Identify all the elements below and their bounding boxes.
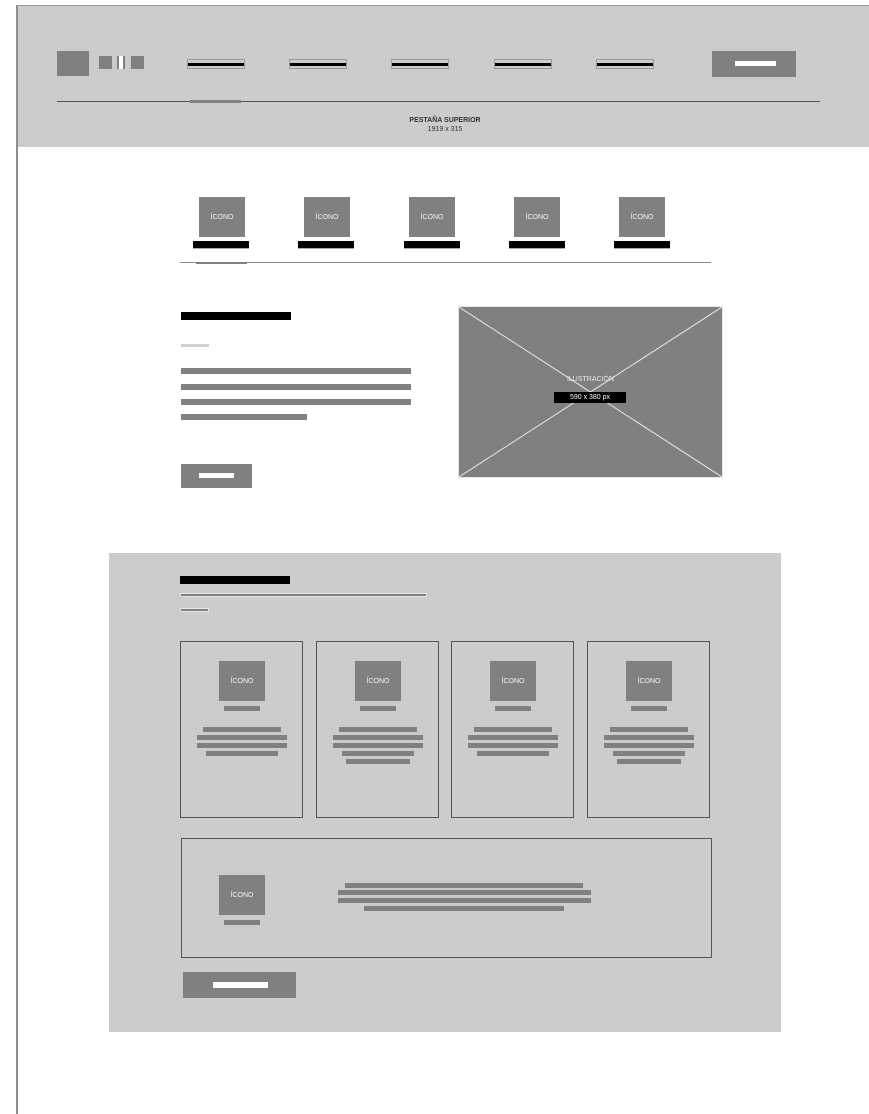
illustration-label: ILUSTRACIÓN: [566, 376, 615, 383]
nav-link-5[interactable]: [596, 59, 654, 69]
card-title-placeholder: [631, 706, 667, 711]
card-text-line: [617, 759, 681, 764]
logo-placeholder[interactable]: [57, 51, 89, 76]
card-text-line: [339, 727, 417, 732]
card-text-line: [197, 735, 287, 740]
card-text-line: [477, 751, 549, 756]
card-text-line: [474, 727, 552, 732]
wide-card-icon-placeholder: ÍCONO: [219, 875, 265, 915]
hero-subtitle-placeholder: [181, 344, 209, 347]
header-caption-title: PESTAÑA SUPERIOR: [409, 117, 481, 124]
card-text-line: [333, 743, 423, 748]
features-subtitle-placeholder: [180, 593, 427, 597]
card-icon-placeholder: ÍCONO: [626, 661, 672, 701]
wide-card-text-line: [364, 906, 564, 911]
tab-icon-placeholder: ÍCONO: [514, 197, 560, 237]
active-tab-indicator: [196, 262, 247, 264]
card-text-line: [203, 727, 281, 732]
tab-label-placeholder: [404, 241, 460, 249]
tab-icon-placeholder: ÍCONO: [304, 197, 350, 237]
card-title-placeholder: [360, 706, 396, 711]
hero-cta-label-placeholder: [199, 473, 234, 478]
feature-card-1[interactable]: ÍCONO: [180, 641, 303, 818]
feature-wide-card[interactable]: ÍCONO: [181, 838, 712, 958]
wide-card-text-line: [338, 898, 591, 903]
nav-link-1[interactable]: [187, 59, 245, 69]
icon-tab-5[interactable]: ÍCONO: [614, 197, 671, 249]
brand-mark-square-right: [131, 56, 144, 69]
features-cta-button[interactable]: [183, 972, 296, 998]
active-nav-indicator: [190, 100, 241, 103]
hero-title-placeholder: [181, 312, 291, 320]
brand-mark-square-left: [99, 56, 112, 69]
nav-link-4[interactable]: [494, 59, 552, 69]
nav-link-2[interactable]: [289, 59, 347, 69]
hero-text-line: [181, 368, 411, 374]
card-text-line: [468, 735, 558, 740]
card-text-line: [206, 751, 278, 756]
features-cta-label-placeholder: [213, 982, 268, 988]
hero-cta-button[interactable]: [181, 464, 252, 488]
card-text-line: [342, 751, 414, 756]
feature-card-2[interactable]: ÍCONO: [316, 641, 439, 818]
icon-tab-2[interactable]: ÍCONO: [298, 197, 355, 249]
wide-card-text-line: [345, 883, 583, 888]
illustration-size: 590 x 380 px: [554, 392, 626, 403]
header-divider: [57, 101, 820, 102]
tab-icon-placeholder: ÍCONO: [199, 197, 245, 237]
card-icon-placeholder: ÍCONO: [355, 661, 401, 701]
header-cta-button[interactable]: [712, 51, 796, 77]
features-tag-placeholder: [180, 608, 209, 612]
feature-card-4[interactable]: ÍCONO: [587, 641, 710, 818]
tab-label-placeholder: [298, 241, 354, 249]
hero-text-line: [181, 384, 411, 390]
card-text-line: [604, 743, 694, 748]
icon-tab-3[interactable]: ÍCONO: [404, 197, 461, 249]
card-text-line: [610, 727, 688, 732]
tab-label-placeholder: [509, 241, 565, 249]
tab-icon-placeholder: ÍCONO: [409, 197, 455, 237]
hero-text-line: [181, 399, 411, 405]
tab-label-placeholder: [193, 241, 249, 249]
card-title-placeholder: [224, 706, 260, 711]
card-text-line: [613, 751, 685, 756]
header-cta-label-placeholder: [735, 61, 776, 66]
wide-card-title-placeholder: [224, 920, 260, 925]
card-title-placeholder: [495, 706, 531, 711]
tabs-divider: [180, 262, 711, 263]
hero-illustration-placeholder: ILUSTRACIÓN 590 x 380 px: [458, 306, 723, 478]
card-text-line: [346, 759, 410, 764]
card-icon-placeholder: ÍCONO: [490, 661, 536, 701]
card-text-line: [604, 735, 694, 740]
card-icon-placeholder: ÍCONO: [219, 661, 265, 701]
card-text-line: [468, 743, 558, 748]
card-text-line: [197, 743, 287, 748]
features-title-placeholder: [180, 576, 290, 584]
wide-card-text-line: [338, 890, 591, 895]
nav-link-3[interactable]: [391, 59, 449, 69]
page-left-border: [16, 6, 18, 1114]
feature-card-3[interactable]: ÍCONO: [451, 641, 574, 818]
card-text-line: [333, 735, 423, 740]
brand-mark-divider: [117, 56, 125, 69]
header-caption: PESTAÑA SUPERIOR 1919 x 315: [345, 116, 545, 134]
hero-text-line: [181, 414, 307, 420]
icon-tab-1[interactable]: ÍCONO: [193, 197, 250, 249]
icon-tab-4[interactable]: ÍCONO: [509, 197, 566, 249]
tab-icon-placeholder: ÍCONO: [619, 197, 665, 237]
tab-label-placeholder: [614, 241, 670, 249]
header-caption-size: 1919 x 315: [427, 126, 463, 133]
